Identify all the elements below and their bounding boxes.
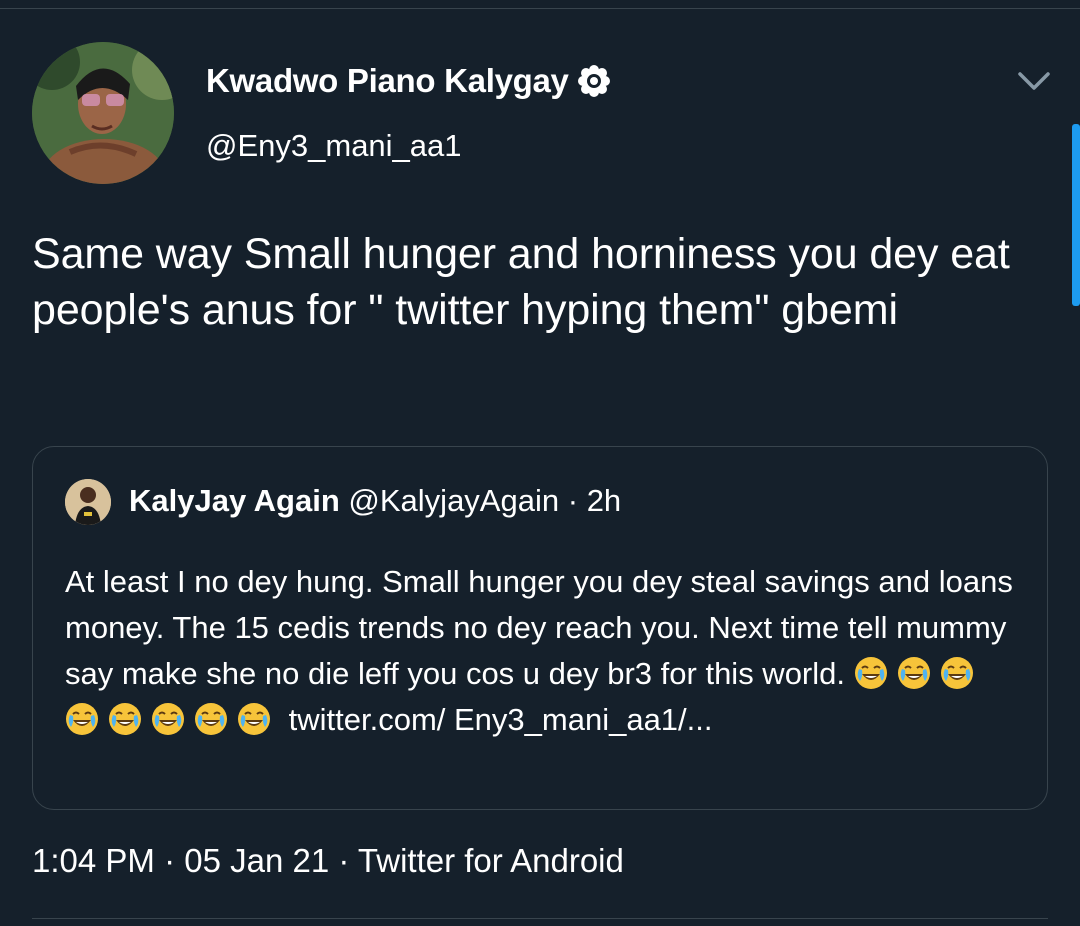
author-display-name[interactable]: Kwadwo Piano Kalygay: [206, 62, 611, 100]
quoted-author-handle[interactable]: @KalyjayAgain: [348, 483, 559, 518]
scrollbar-thumb[interactable]: [1072, 124, 1080, 306]
chevron-down-icon[interactable]: [1016, 66, 1052, 94]
tweet-text: Same way Small hunger and horniness you …: [32, 230, 1010, 334]
face-with-tears-of-joy-icon: [195, 703, 227, 735]
tweet-detail-page: Kwadwo Piano Kalygay @Eny3_mani_aa1 Same…: [0, 0, 1080, 926]
quoted-tweet-header: KalyJay Again @KalyjayAgain · 2h: [129, 483, 621, 519]
quoted-time-ago: 2h: [586, 483, 622, 518]
quoted-author-avatar[interactable]: [65, 479, 111, 525]
face-with-tears-of-joy-icon: [940, 657, 973, 689]
author-name-text: Kwadwo Piano Kalygay: [206, 62, 569, 99]
verified-badge-icon: [577, 65, 610, 97]
quoted-separator: ·: [567, 483, 579, 518]
face-with-tears-of-joy-icon: [897, 657, 930, 689]
face-with-tears-of-joy-icon: [152, 703, 184, 735]
author-avatar[interactable]: [32, 42, 174, 184]
quoted-tweet-card[interactable]: KalyJay Again @KalyjayAgain · 2h At leas…: [32, 446, 1048, 810]
tweet-timestamp: 1:04 PM · 05 Jan 21 · Twitter for Androi…: [32, 842, 624, 879]
bottom-divider: [32, 918, 1048, 919]
quoted-tweet-link[interactable]: twitter.com/ Eny3_mani_aa1/...: [289, 702, 713, 737]
quoted-tweet-text: At least I no dey hung. Small hunger you…: [65, 559, 1025, 743]
face-with-tears-of-joy-icon: [109, 703, 141, 735]
face-with-tears-of-joy-icon: [238, 703, 270, 735]
face-with-tears-of-joy-icon: [66, 703, 98, 735]
author-handle[interactable]: @Eny3_mani_aa1: [206, 128, 462, 164]
quoted-author-name[interactable]: KalyJay Again: [129, 483, 340, 518]
top-divider: [0, 8, 1080, 9]
face-with-tears-of-joy-icon: [854, 657, 887, 689]
